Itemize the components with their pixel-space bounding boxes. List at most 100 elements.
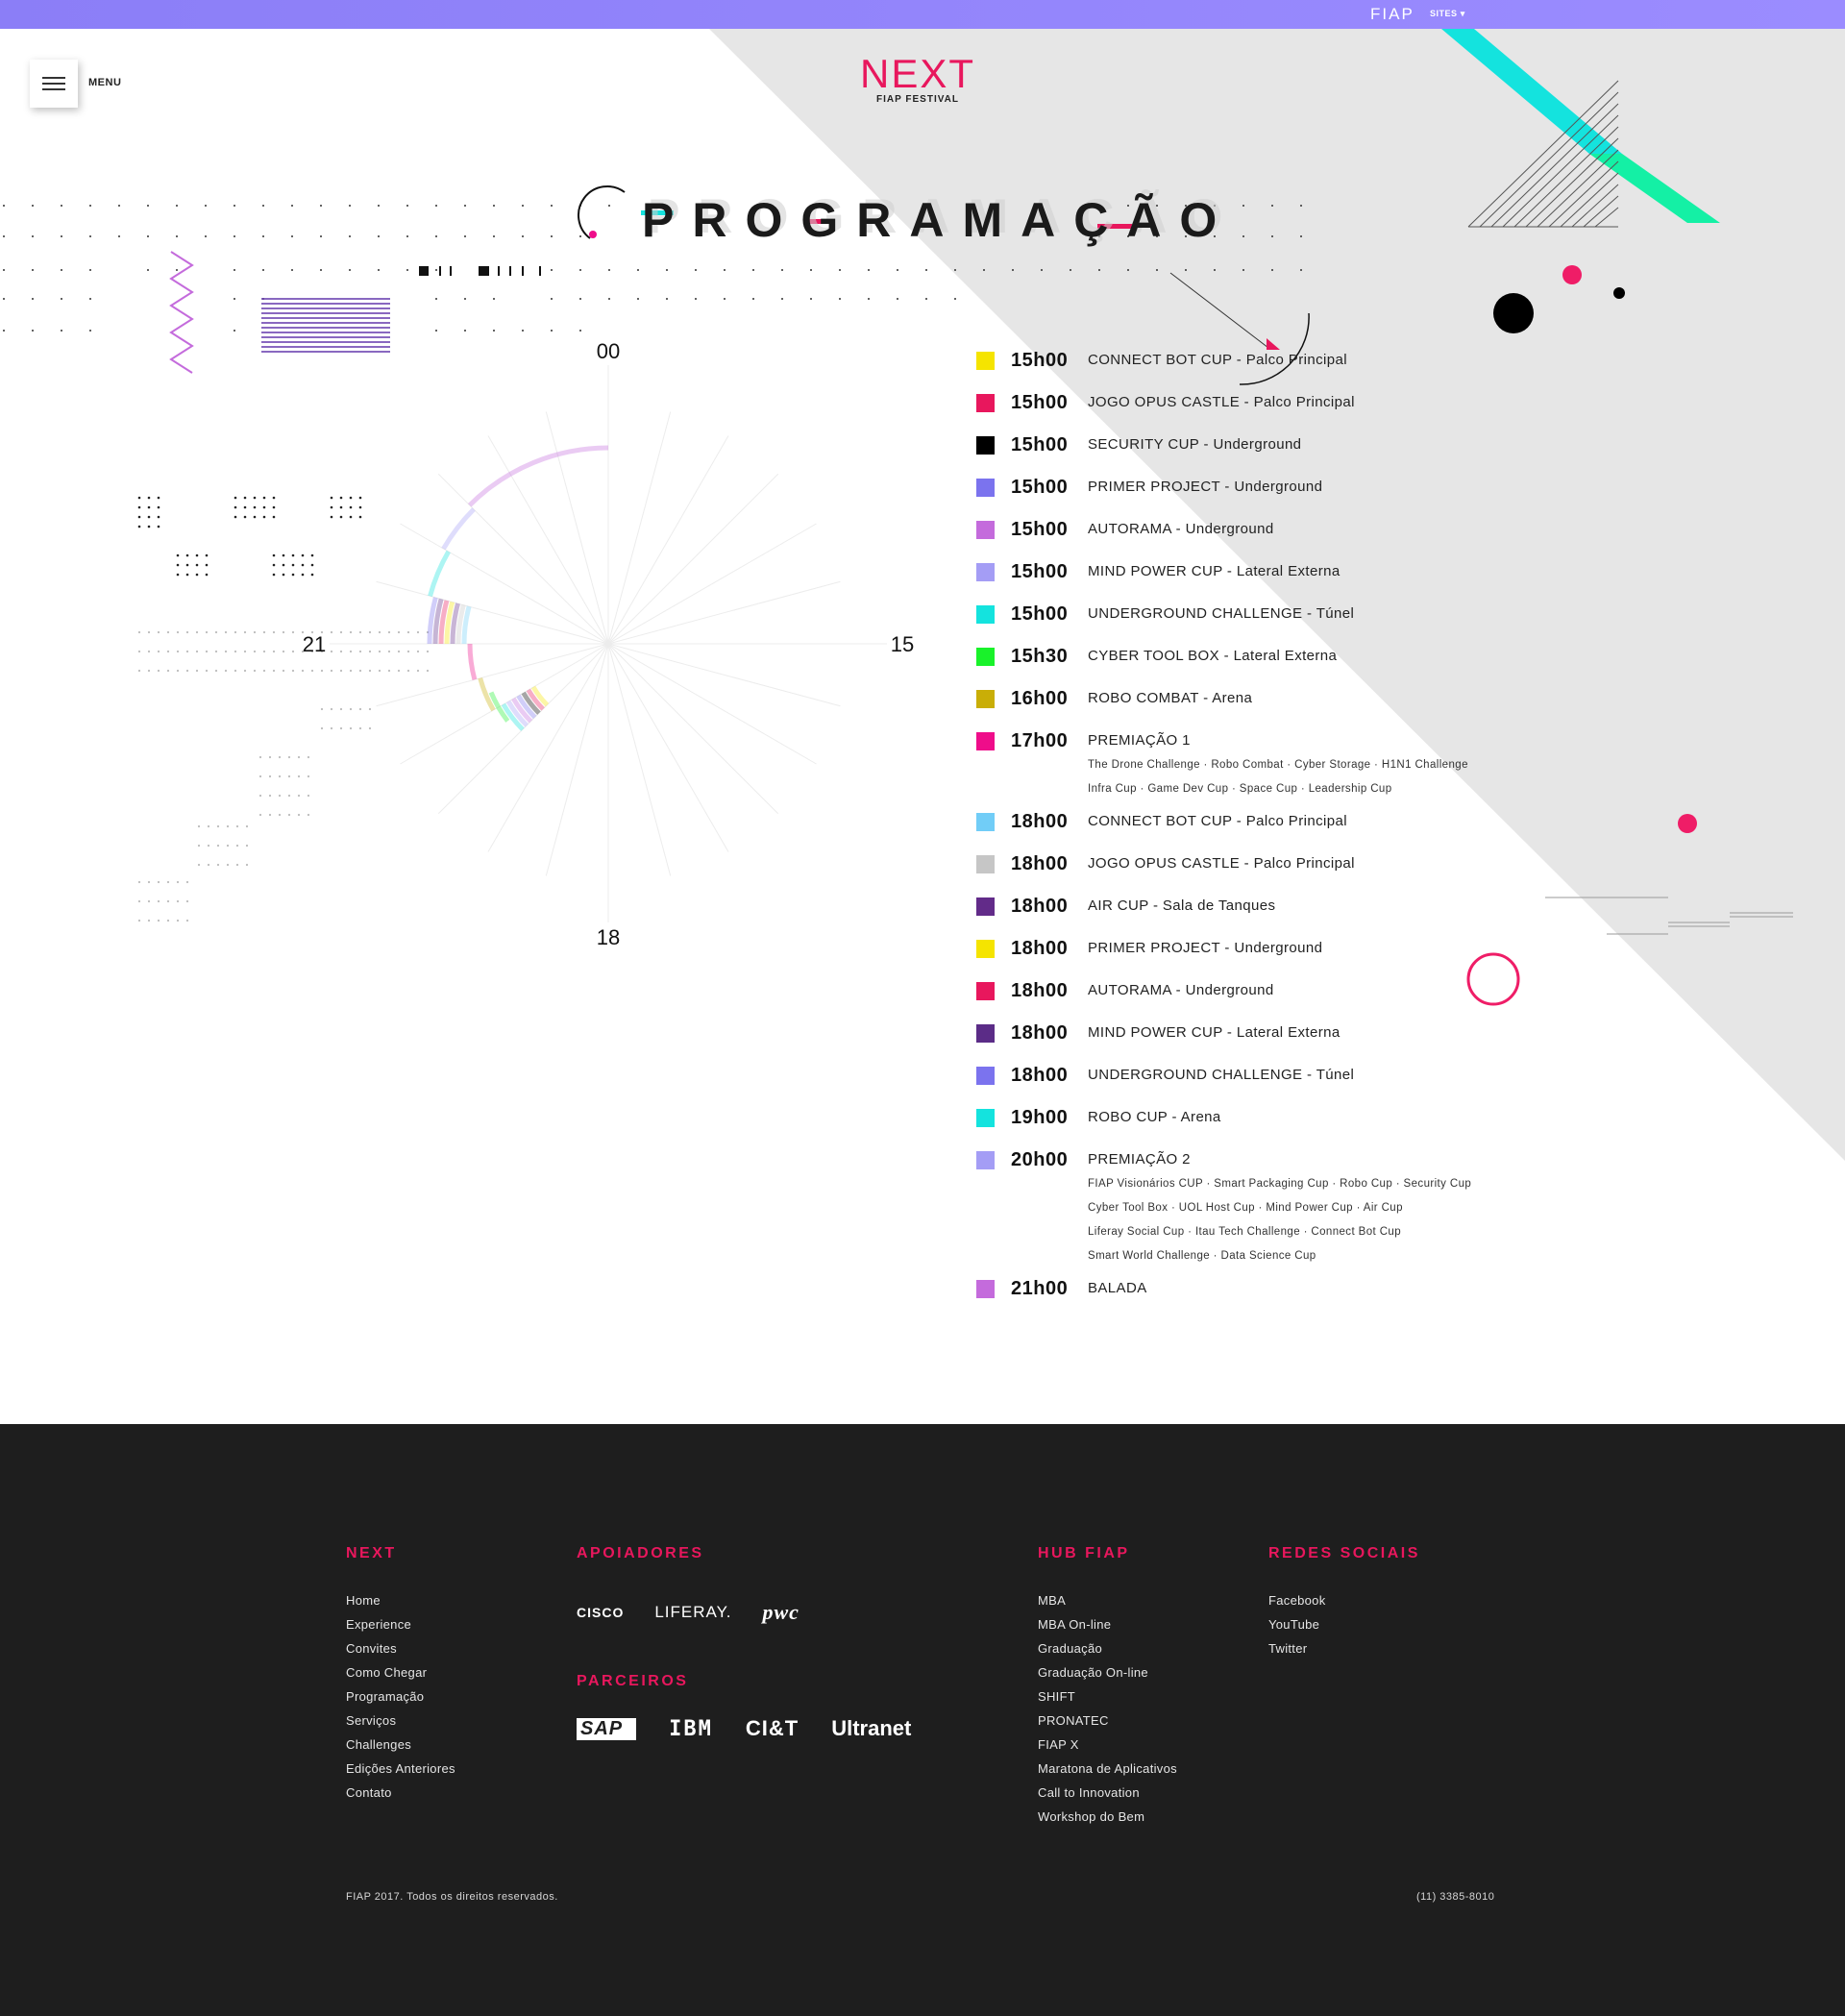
clock-spoke	[607, 523, 817, 645]
clock-spoke	[607, 411, 672, 645]
footer-social-link[interactable]: Twitter	[1268, 1636, 1420, 1660]
sites-dropdown[interactable]: SITES ▾	[1430, 9, 1465, 19]
footer-next-link[interactable]: Contato	[346, 1781, 455, 1805]
color-swatch	[976, 982, 995, 1000]
schedule-sublabel: The Drone Challenge · Robo Combat · Cybe…	[1088, 759, 1468, 771]
footer-next-link[interactable]: Serviços	[346, 1709, 455, 1733]
color-swatch	[976, 1109, 995, 1127]
schedule-clock: 00 15 18 21	[303, 339, 914, 949]
footer-next-link[interactable]: Experience	[346, 1612, 455, 1636]
clock-spoke	[376, 580, 609, 645]
footer-col-hub: HUB FIAP MBA MBA On-line Graduação Graduaçã…	[1038, 1545, 1177, 1829]
schedule-sublabel: Infra Cup · Game Dev Cup · Space Cup · L…	[1088, 783, 1392, 795]
schedule-item: 15h00 MIND POWER CUP - Lateral Externa	[976, 559, 1611, 602]
footer-hub-link[interactable]: FIAP X	[1038, 1733, 1177, 1757]
schedule-time: 15h00	[1011, 350, 1069, 371]
page-title: PROGRAMAÇÃO	[642, 193, 1236, 247]
schedule-time: 18h00	[1011, 1022, 1069, 1044]
chevron-down-icon: ▾	[1460, 9, 1465, 18]
footer-heading-hub: HUB FIAP	[1038, 1545, 1130, 1561]
schedule-label: CYBER TOOL BOX - Lateral Externa	[1088, 648, 1338, 664]
top-bar: FIAP SITES ▾	[0, 0, 1845, 29]
schedule-item: 20h00 PREMIAÇÃO 2 FIAP Visionários CUP · S…	[976, 1147, 1611, 1268]
sap-logo[interactable]: SAP	[577, 1717, 637, 1740]
cisco-logo[interactable]: CISCO	[577, 1605, 624, 1620]
clock-spoke	[487, 643, 609, 852]
footer-next-link[interactable]: Home	[346, 1588, 455, 1612]
schedule-item: 15h00 UNDERGROUND CHALLENGE - Túnel	[976, 602, 1611, 644]
fiap-logo[interactable]: FIAP	[1370, 5, 1414, 24]
schedule-label: ROBO CUP - Arena	[1088, 1109, 1221, 1125]
schedule-item: 16h00 ROBO COMBAT - Arena	[976, 686, 1611, 728]
schedule-time: 18h00	[1011, 938, 1069, 959]
clock-spoke	[607, 643, 729, 852]
schedule-item: 15h30 CYBER TOOL BOX - Lateral Externa	[976, 644, 1611, 686]
footer-next-link[interactable]: Como Chegar	[346, 1660, 455, 1684]
schedule-label: AUTORAMA - Underground	[1088, 982, 1274, 998]
clock-spoke	[607, 643, 779, 815]
liferay-logo[interactable]: LIFERAY.	[654, 1603, 731, 1622]
sites-label: SITES	[1430, 9, 1458, 18]
footer-next-link[interactable]: Challenges	[346, 1733, 455, 1757]
schedule-sublabel: Smart World Challenge · Data Science Cup	[1088, 1250, 1316, 1262]
schedule-item: 18h00 MIND POWER CUP - Lateral Externa	[976, 1020, 1611, 1063]
footer-hub-link[interactable]: Graduação On-line	[1038, 1660, 1177, 1684]
ultranet-logo[interactable]: Ultranet	[831, 1716, 911, 1741]
color-swatch	[976, 940, 995, 958]
schedule-sublabel: Cyber Tool Box · UOL Host Cup · Mind Pow…	[1088, 1202, 1403, 1214]
next-logo[interactable]: NEXT FIAP FESTIVAL	[846, 54, 990, 106]
schedule-time: 18h00	[1011, 896, 1069, 917]
schedule-time: 15h00	[1011, 519, 1069, 540]
footer-heading-parceiros: PARCEIROS	[577, 1673, 689, 1689]
footer-hub-link[interactable]: MBA	[1038, 1588, 1177, 1612]
color-swatch	[976, 813, 995, 831]
footer-hub-link[interactable]: Graduação	[1038, 1636, 1177, 1660]
schedule-item: 18h00 AUTORAMA - Underground	[976, 978, 1611, 1020]
schedule-label: JOGO OPUS CASTLE - Palco Principal	[1088, 394, 1355, 410]
color-swatch	[976, 1024, 995, 1043]
color-swatch	[976, 648, 995, 666]
clock-spoke	[607, 643, 817, 765]
schedule-label: PREMIAÇÃO 2	[1088, 1151, 1191, 1168]
menu-label[interactable]: MENU	[88, 77, 121, 88]
footer-next-link[interactable]: Programação	[346, 1684, 455, 1709]
clock-spoke	[607, 580, 841, 645]
schedule-label: PRIMER PROJECT - Underground	[1088, 479, 1323, 495]
footer-hub-link[interactable]: PRONATEC	[1038, 1709, 1177, 1733]
schedule-time: 15h00	[1011, 392, 1069, 413]
schedule-time: 15h00	[1011, 434, 1069, 455]
schedule-label: SECURITY CUP - Underground	[1088, 436, 1302, 453]
footer-social-link[interactable]: Facebook	[1268, 1588, 1420, 1612]
footer-col-apoiadores: APOIADORES CISCO LIFERAY. pwc PARCEIROS …	[577, 1545, 911, 1741]
ciandt-logo[interactable]: CI&T	[746, 1716, 799, 1741]
schedule-label: PREMIAÇÃO 1	[1088, 732, 1191, 749]
schedule-item: 21h00 BALADA	[976, 1276, 1611, 1318]
schedule-item: 18h00 JOGO OPUS CASTLE - Palco Principal	[976, 851, 1611, 894]
schedule-time: 15h00	[1011, 603, 1069, 625]
schedule-item: 15h00 JOGO OPUS CASTLE - Palco Principal	[976, 390, 1611, 432]
footer-hub-link[interactable]: Maratona de Aplicativos	[1038, 1757, 1177, 1781]
clock-spoke	[487, 435, 609, 645]
schedule-time: 15h00	[1011, 561, 1069, 582]
color-swatch	[976, 479, 995, 497]
schedule-time: 20h00	[1011, 1149, 1069, 1170]
schedule-label: CONNECT BOT CUP - Palco Principal	[1088, 813, 1347, 829]
footer-next-link[interactable]: Convites	[346, 1636, 455, 1660]
schedule-label: AIR CUP - Sala de Tanques	[1088, 897, 1276, 914]
footer-hub-link[interactable]: SHIFT	[1038, 1684, 1177, 1709]
footer-next-link[interactable]: Edições Anteriores	[346, 1757, 455, 1781]
clock-label-21: 21	[303, 632, 326, 656]
footer-hub-link[interactable]: Workshop do Bem	[1038, 1805, 1177, 1829]
clock-label-18: 18	[597, 925, 620, 949]
color-swatch	[976, 605, 995, 624]
footer-hub-link[interactable]: Call to Innovation	[1038, 1781, 1177, 1805]
ibm-logo[interactable]: IBM	[669, 1717, 713, 1741]
schedule-label: JOGO OPUS CASTLE - Palco Principal	[1088, 855, 1355, 872]
footer-hub-link[interactable]: MBA On-line	[1038, 1612, 1177, 1636]
phone-number[interactable]: (11) 3385-8010	[1416, 1891, 1494, 1903]
menu-button[interactable]	[30, 60, 78, 108]
schedule-sublabel: Liferay Social Cup · Itau Tech Challenge…	[1088, 1226, 1401, 1238]
pwc-logo[interactable]: pwc	[762, 1600, 799, 1625]
color-swatch	[976, 352, 995, 370]
footer-social-link[interactable]: YouTube	[1268, 1612, 1420, 1636]
